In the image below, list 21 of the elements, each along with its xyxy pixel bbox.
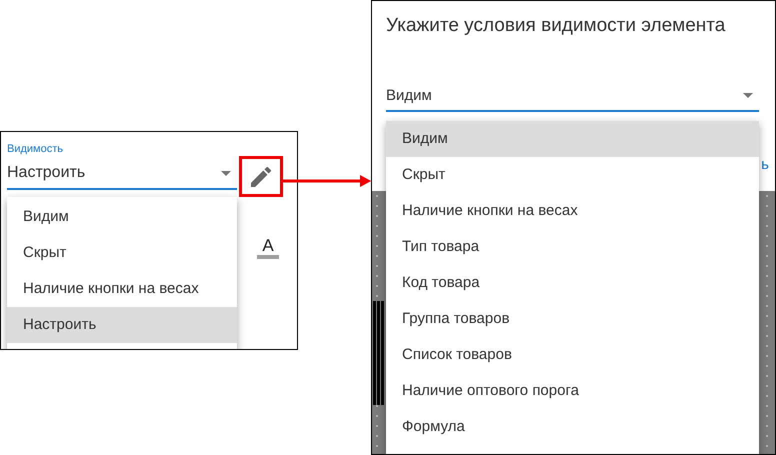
visibility-select[interactable]: Настроить (7, 158, 237, 190)
pencil-icon[interactable] (251, 166, 271, 186)
menu-item[interactable]: Скрыт (386, 157, 759, 193)
field-label: Видимость (7, 143, 63, 155)
menu-item[interactable]: Формула (386, 409, 759, 445)
dropdown-caret-icon (743, 93, 753, 98)
dialog-title: Укажите условия видимости элемента (386, 15, 726, 37)
menu-item[interactable]: Наличие кнопки на весах (386, 193, 759, 229)
menu-item[interactable]: Видим (386, 121, 759, 157)
menu-item[interactable]: Скрыт (7, 235, 237, 271)
condition-select[interactable]: Видим (386, 81, 759, 112)
dialog-link[interactable]: ь (761, 156, 769, 173)
menu-item[interactable]: Код товара (386, 265, 759, 301)
menu-item[interactable]: Тип товара (386, 229, 759, 265)
menu-item[interactable]: Видим (7, 199, 237, 235)
menu-item[interactable]: Группа товаров (386, 301, 759, 337)
menu-item[interactable]: Наличие кнопки на весах (7, 271, 237, 307)
dropdown-caret-icon (221, 170, 231, 176)
menu-item[interactable]: Настроить (7, 307, 237, 343)
menu-item[interactable]: Список товаров (386, 337, 759, 373)
menu-item[interactable]: Наличие оптового порога (386, 373, 759, 409)
